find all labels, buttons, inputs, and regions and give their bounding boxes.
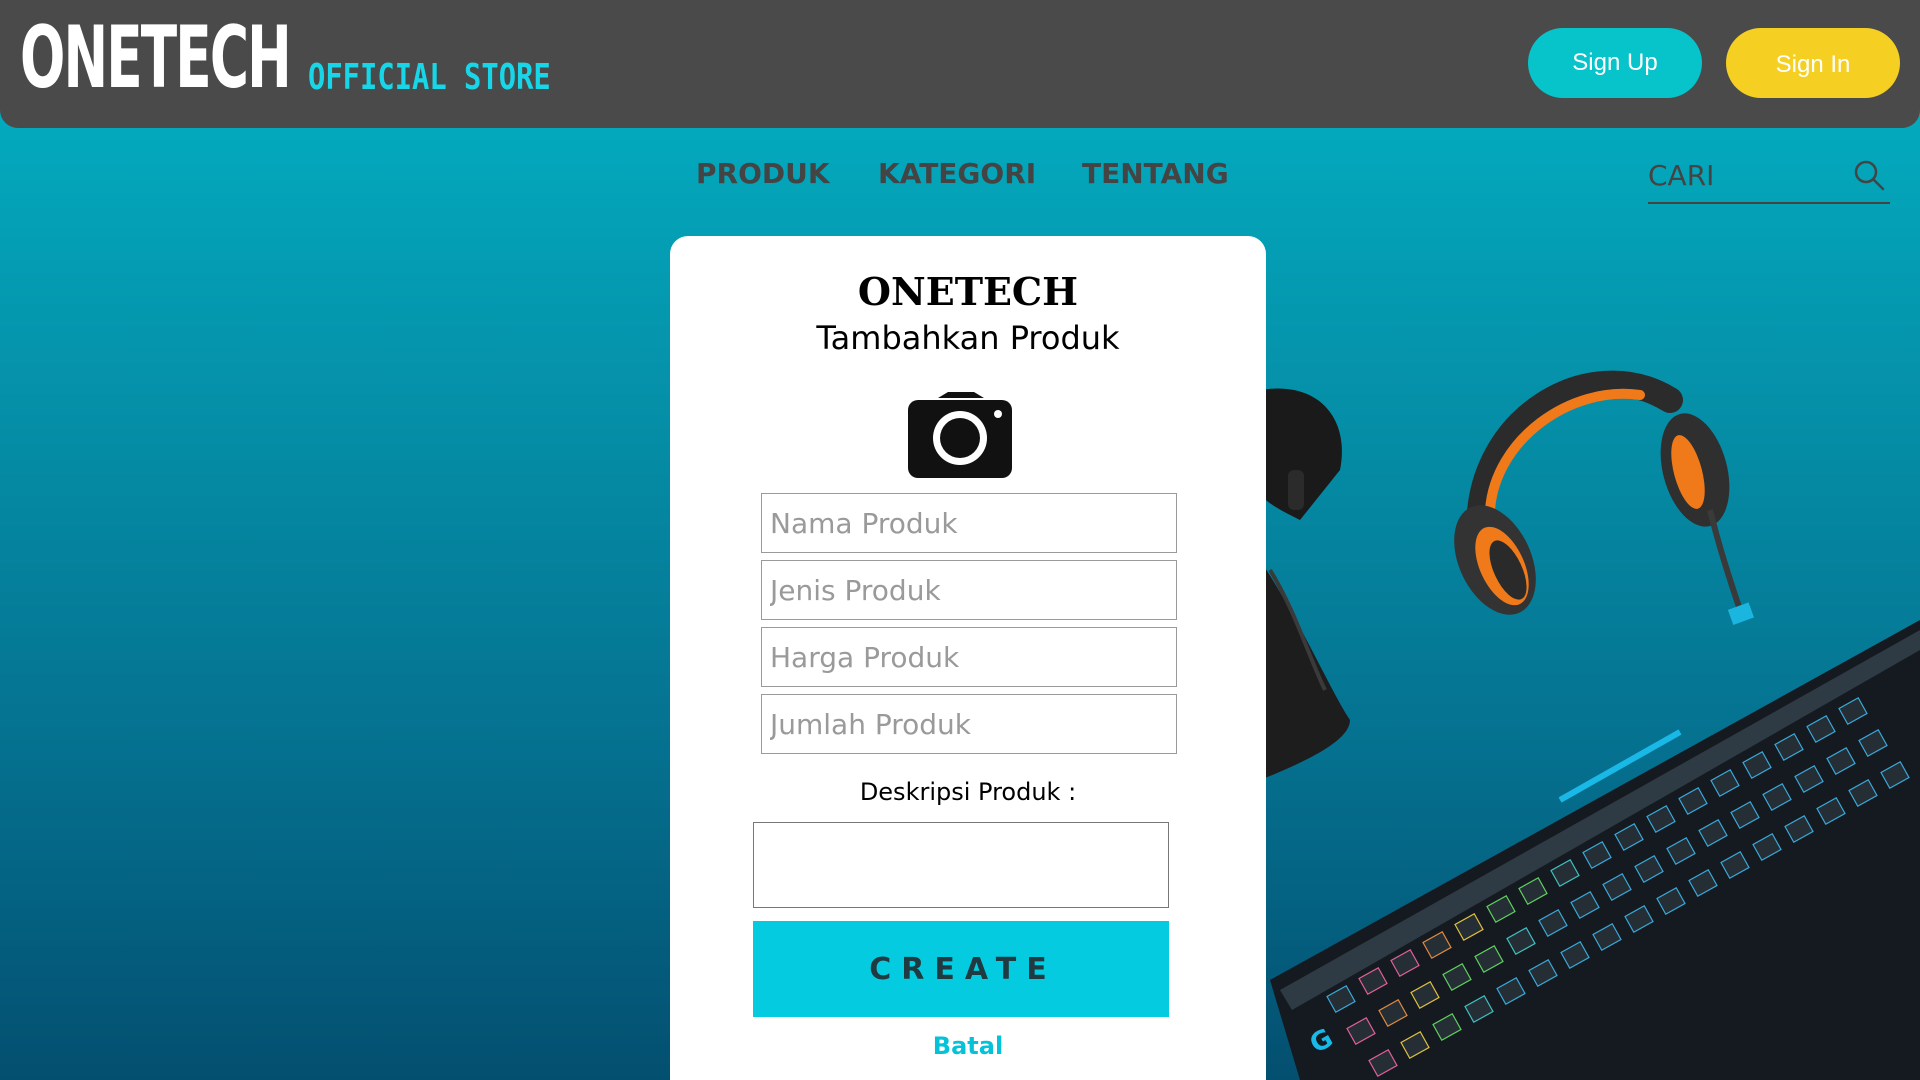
add-product-card: ONETECH Tambahkan Produk Deskripsi Produ… — [670, 236, 1266, 1080]
card-subtitle: Tambahkan Produk — [816, 319, 1120, 357]
gaming-mouse-image — [1260, 388, 1350, 780]
sign-up-button[interactable]: Sign Up — [1528, 28, 1702, 98]
top-header: ONETECH OFFICIAL STORE Sign Up Sign In — [0, 0, 1920, 128]
sign-in-button[interactable]: Sign In — [1726, 28, 1900, 98]
cancel-link[interactable]: Batal — [670, 1028, 1266, 1064]
brand-logo-text: ONETECH — [20, 8, 292, 108]
description-textarea[interactable] — [753, 822, 1169, 908]
keyboard-image: G — [1270, 620, 1920, 1080]
nav-item-produk[interactable]: PRODUK — [696, 152, 830, 196]
camera-icon[interactable] — [908, 392, 1012, 478]
card-title: ONETECH — [857, 269, 1079, 314]
brand-tagline: OFFICIAL STORE — [308, 57, 551, 98]
create-button[interactable]: CREATE — [753, 921, 1169, 1017]
search-icon[interactable] — [1852, 158, 1886, 192]
headset-image — [1454, 370, 1755, 625]
product-quantity-input[interactable] — [761, 694, 1177, 754]
nav-item-tentang[interactable]: TENTANG — [1082, 152, 1229, 196]
search-bar — [1648, 152, 1890, 204]
product-type-input[interactable] — [761, 560, 1177, 620]
product-price-input[interactable] — [761, 627, 1177, 687]
nav-item-kategori[interactable]: KATEGORI — [878, 152, 1036, 196]
product-hero-image: G — [1260, 370, 1920, 1080]
search-input[interactable] — [1648, 152, 1838, 198]
description-label: Deskripsi Produk : — [859, 778, 1077, 806]
main-nav: PRODUK KATEGORI TENTANG — [0, 152, 1920, 196]
product-name-input[interactable] — [761, 493, 1177, 553]
